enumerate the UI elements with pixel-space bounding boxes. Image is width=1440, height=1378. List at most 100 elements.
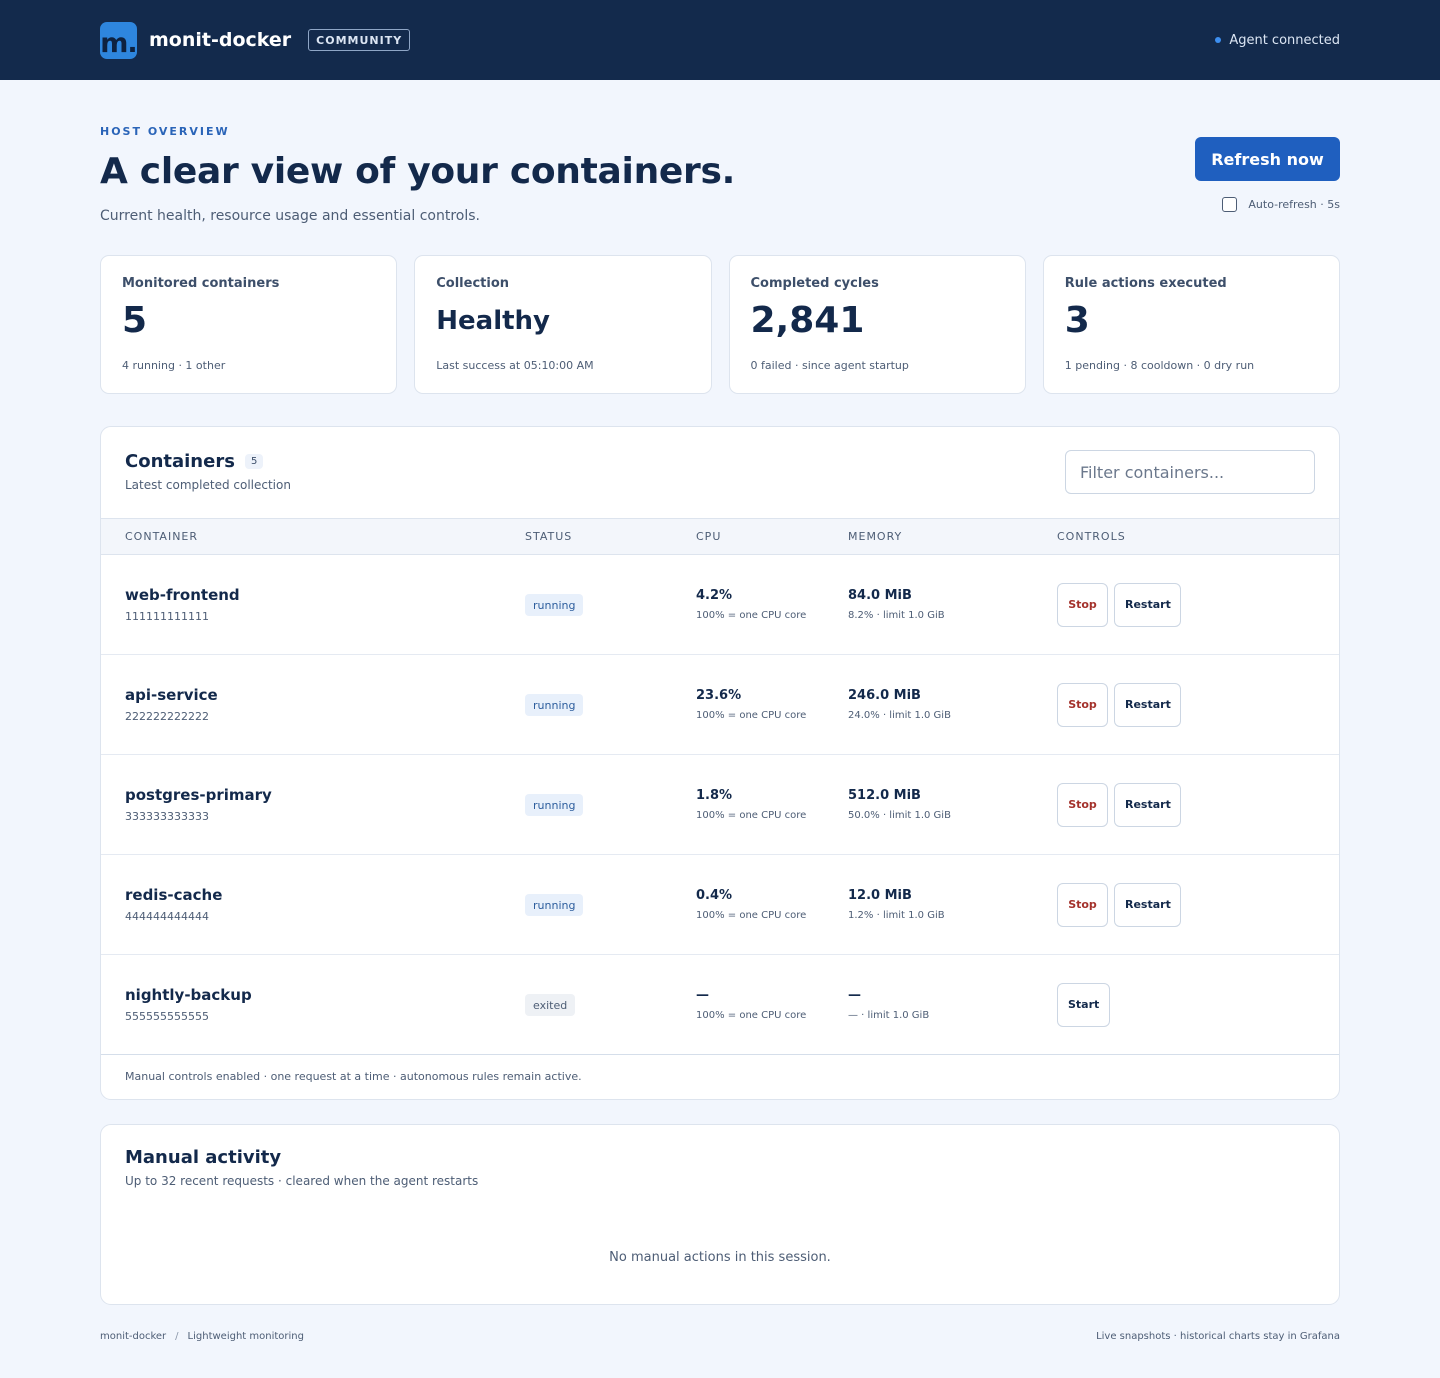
- memory-value: 246.0 MiB: [848, 688, 921, 703]
- page-footer: monit-docker / Lightweight monitoring Live…: [100, 1331, 1340, 1342]
- hero-actions: Refresh now Auto-refresh · 5s: [1195, 137, 1340, 212]
- cpu-cell: 1.8% 100% = one CPU core: [696, 754, 848, 855]
- stat-note: 4 running · 1 other: [122, 359, 226, 372]
- containers-footer-note: Manual controls enabled · one request at…: [125, 1070, 582, 1083]
- stat-card-rule-actions: Rule actions executed 3 1 pending · 8 co…: [1042, 255, 1340, 394]
- table-row: redis-cache 444444444444 running 0.4% 10…: [101, 854, 1339, 955]
- container-id: 222222222222: [125, 710, 209, 723]
- brand: m. monit-docker COMMUNITY: [100, 21, 411, 59]
- column-header-status: STATUS: [525, 518, 696, 555]
- app-name: monit-docker: [149, 29, 292, 51]
- container-id: 111111111111: [125, 610, 209, 623]
- memory-note: 50.0% · limit 1.0 GiB: [848, 810, 951, 821]
- cpu-value: 0.4%: [696, 888, 733, 903]
- table-row: web-frontend 111111111111 running 4.2% 1…: [101, 554, 1339, 655]
- containers-panel: Containers 5 Latest completed collection…: [100, 426, 1340, 1100]
- page-title: A clear view of your containers.: [100, 151, 735, 192]
- stat-card-monitored: Monitored containers 5 4 running · 1 oth…: [100, 255, 398, 394]
- cpu-value: 4.2%: [696, 588, 733, 603]
- container-id: 444444444444: [125, 910, 209, 923]
- container-cell: redis-cache 444444444444: [101, 854, 525, 955]
- stat-card-cycles: Completed cycles 2,841 0 failed · since …: [728, 255, 1026, 394]
- container-cell: nightly-backup 555555555555: [101, 954, 525, 1055]
- agent-status-text: Agent connected: [1229, 32, 1340, 48]
- status-badge: running: [525, 793, 584, 816]
- stat-label: Completed cycles: [750, 276, 879, 291]
- container-name: nightly-backup: [125, 986, 252, 1004]
- edition-badge: COMMUNITY: [308, 29, 411, 51]
- table-header-row: CONTAINER STATUS CPU MEMORY CONTROLS: [101, 518, 1339, 555]
- eyebrow: HOST OVERVIEW: [100, 125, 230, 138]
- memory-value: 512.0 MiB: [848, 788, 921, 803]
- column-header-memory: MEMORY: [848, 518, 1057, 555]
- auto-refresh-toggle[interactable]: Auto-refresh · 5s: [1222, 197, 1340, 212]
- cpu-cell: — 100% = one CPU core: [696, 954, 848, 1055]
- footer-separator: /: [175, 1331, 179, 1342]
- stop-button[interactable]: Stop: [1057, 682, 1108, 727]
- auto-refresh-checkbox[interactable]: [1222, 197, 1238, 212]
- stat-note: 0 failed · since agent startup: [750, 359, 909, 372]
- container-cell: postgres-primary 333333333333: [101, 754, 525, 855]
- filter-containers-input[interactable]: [1065, 450, 1315, 494]
- status-badge: running: [525, 893, 584, 916]
- table-row: postgres-primary 333333333333 running 1.…: [101, 754, 1339, 855]
- stat-value: 5: [122, 300, 148, 341]
- container-name: web-frontend: [125, 586, 240, 604]
- cpu-cell: 23.6% 100% = one CPU core: [696, 654, 848, 755]
- stat-label: Rule actions executed: [1064, 276, 1227, 291]
- container-id: 555555555555: [125, 1010, 209, 1023]
- memory-value: 84.0 MiB: [848, 588, 912, 603]
- memory-cell: — — · limit 1.0 GiB: [848, 954, 1057, 1055]
- status-cell: running: [525, 654, 696, 755]
- restart-button[interactable]: Restart: [1114, 782, 1181, 827]
- start-button[interactable]: Start: [1057, 982, 1110, 1027]
- column-header-cpu: CPU: [696, 518, 848, 555]
- stat-value: 2,841: [750, 300, 865, 341]
- controls: Start: [1057, 982, 1339, 1027]
- restart-button[interactable]: Restart: [1114, 582, 1181, 627]
- controls-cell: Stop Restart: [1057, 754, 1339, 855]
- cpu-note: 100% = one CPU core: [696, 910, 807, 921]
- status-cell: running: [525, 554, 696, 655]
- column-header-container: CONTAINER: [101, 518, 525, 555]
- controls: Stop Restart: [1057, 582, 1339, 627]
- containers-count-badge: 5: [244, 454, 264, 469]
- stop-button[interactable]: Stop: [1057, 882, 1108, 927]
- footer-app-name: monit-docker: [100, 1331, 167, 1342]
- activity-title: Manual activity: [125, 1147, 282, 1168]
- container-id: 333333333333: [125, 810, 209, 823]
- memory-value: —: [848, 988, 861, 1003]
- container-name: postgres-primary: [125, 786, 272, 804]
- stat-note: Last success at 05:10:00 AM: [436, 359, 594, 372]
- table-row: api-service 222222222222 running 23.6% 1…: [101, 654, 1339, 755]
- refresh-now-button[interactable]: Refresh now: [1195, 137, 1340, 181]
- memory-note: 1.2% · limit 1.0 GiB: [848, 910, 945, 921]
- status-cell: running: [525, 754, 696, 855]
- memory-note: 24.0% · limit 1.0 GiB: [848, 710, 951, 721]
- status-dot-icon: [1215, 37, 1222, 43]
- controls-cell: Stop Restart: [1057, 554, 1339, 655]
- containers-table: CONTAINER STATUS CPU MEMORY CONTROLS web…: [101, 518, 1339, 1055]
- controls: Stop Restart: [1057, 882, 1339, 927]
- page-subtitle: Current health, resource usage and essen…: [100, 208, 480, 224]
- stat-card-collection: Collection Healthy Last success at 05:10…: [414, 255, 712, 394]
- stop-button[interactable]: Stop: [1057, 782, 1108, 827]
- activity-subtitle: Up to 32 recent requests · cleared when …: [125, 1174, 479, 1188]
- cpu-cell: 0.4% 100% = one CPU core: [696, 854, 848, 955]
- container-name: redis-cache: [125, 886, 223, 904]
- memory-value: 12.0 MiB: [848, 888, 912, 903]
- agent-status: Agent connected: [1215, 33, 1340, 48]
- container-name: api-service: [125, 686, 218, 704]
- controls-cell: Stop Restart: [1057, 854, 1339, 955]
- top-bar: m. monit-docker COMMUNITY Agent connecte…: [0, 0, 1440, 80]
- footer-right: Live snapshots · historical charts stay …: [1096, 1331, 1340, 1342]
- memory-cell: 512.0 MiB 50.0% · limit 1.0 GiB: [848, 754, 1057, 855]
- status-badge: running: [525, 693, 584, 716]
- stop-button[interactable]: Stop: [1057, 582, 1108, 627]
- cpu-note: 100% = one CPU core: [696, 610, 807, 621]
- status-cell: exited: [525, 954, 696, 1055]
- stat-value: 3: [1064, 300, 1090, 341]
- memory-cell: 84.0 MiB 8.2% · limit 1.0 GiB: [848, 554, 1057, 655]
- restart-button[interactable]: Restart: [1114, 882, 1181, 927]
- restart-button[interactable]: Restart: [1114, 682, 1181, 727]
